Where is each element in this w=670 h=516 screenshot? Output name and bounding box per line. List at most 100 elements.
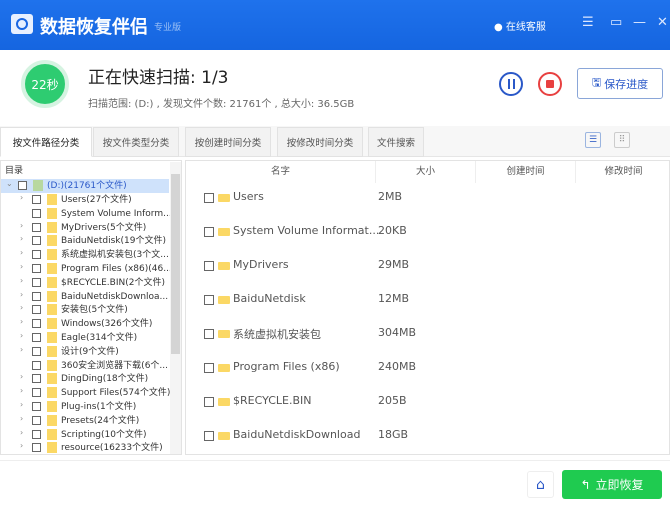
tree-item[interactable]: › $RECYCLE.BIN(2个文件) [1,276,169,290]
tree-item[interactable]: › Eagle(314个文件) [1,331,169,345]
table-row[interactable]: BaiduNetdisk 12MB [186,285,666,315]
table-row[interactable]: 系统虚拟机安装包 304MB [186,319,666,349]
scrollbar-thumb[interactable] [171,174,180,354]
checkbox[interactable] [32,374,41,384]
folder-icon [218,398,230,406]
tree-item[interactable]: › Program Files (x86)(46... [1,262,172,276]
tab-file-search[interactable]: 文件搜索 [368,127,424,157]
table-row[interactable]: BaiduNetdiskDownload 18GB [186,421,666,451]
checkbox[interactable] [18,181,27,190]
column-modified[interactable]: 修改时间 [576,161,669,183]
column-size[interactable]: 大小 [376,161,476,183]
chevron-right-icon[interactable]: › [20,331,23,340]
checkbox[interactable] [32,415,41,425]
checkbox[interactable] [204,329,214,339]
checkbox[interactable] [32,250,41,260]
table-row[interactable]: $RECYCLE.BIN 205B [186,387,666,417]
checkbox[interactable] [32,208,41,218]
tab-modify-time[interactable]: 按修改时间分类 [277,127,363,157]
tab-create-time[interactable]: 按创建时间分类 [185,127,271,157]
chevron-right-icon[interactable]: › [20,317,23,326]
checkbox[interactable] [204,261,214,271]
tree-scrollbar[interactable] [170,162,181,454]
checkbox[interactable] [32,236,41,246]
tab-file-type[interactable]: 按文件类型分类 [93,127,179,157]
chevron-right-icon[interactable]: › [20,441,23,450]
tree-item[interactable]: › Plug-ins(1个文件) [1,400,169,414]
tree-item[interactable]: › BaiduNetdiskDownloa... [1,290,169,304]
chevron-right-icon[interactable]: › [20,400,23,409]
tree-item[interactable]: › Users(27个文件) [1,193,169,207]
title-bar: 数据恢复伴侣 专业版 ● 在线客服 ☰ ▭ — ✕ [0,0,670,50]
chevron-right-icon[interactable]: › [20,290,23,299]
list-view-icon[interactable]: ☰ [585,132,601,148]
tree-item[interactable]: System Volume Inform... [1,207,172,221]
online-support-button[interactable]: ● 在线客服 [494,18,546,33]
home-button[interactable]: ⌂ [527,471,554,498]
checkbox[interactable] [32,360,41,370]
tree-item[interactable]: › resource(16233个文件) [1,441,169,454]
column-name[interactable]: 名字 [186,161,376,183]
table-row[interactable]: Users 2MB [186,183,666,213]
checkbox[interactable] [32,264,41,273]
checkbox[interactable] [32,305,41,315]
tree-item[interactable]: 360安全浏览器下载(6个... [1,359,169,373]
tab-file-path[interactable]: 按文件路径分类 [0,127,92,157]
checkbox[interactable] [32,333,41,342]
save-progress-button[interactable]: 🖫 保存进度 [577,68,663,99]
checkbox[interactable] [32,291,41,301]
chevron-right-icon[interactable]: › [20,262,23,271]
chevron-right-icon[interactable]: › [20,303,23,312]
close-icon[interactable]: ✕ [657,15,668,30]
chevron-right-icon[interactable]: › [20,372,23,381]
tree-item[interactable]: › 安装包(5个文件) [1,303,169,317]
checkbox[interactable] [32,443,41,453]
stop-button[interactable] [538,72,562,96]
grid-view-icon[interactable]: ⠿ [614,132,630,148]
checkbox[interactable] [32,195,41,204]
tree-item[interactable]: › 设计(9个文件) [1,345,169,359]
tree-item[interactable]: › BaiduNetdisk(19个文件) [1,234,169,248]
chevron-right-icon[interactable]: › [20,276,23,285]
tree-item[interactable]: › Presets(24个文件) [1,414,169,428]
checkbox[interactable] [204,193,214,203]
tree-item[interactable]: › DingDing(18个文件) [1,372,169,386]
tree-item[interactable]: › Windows(326个文件) [1,317,169,331]
chevron-right-icon[interactable]: › [20,428,23,437]
chevron-down-icon[interactable]: ⌄ [6,179,13,188]
column-created[interactable]: 创建时间 [476,161,576,183]
chevron-right-icon[interactable]: › [20,345,23,354]
checkbox[interactable] [32,402,41,411]
maximize-icon[interactable]: ▭ [610,15,622,30]
checkbox[interactable] [32,222,41,232]
chevron-right-icon[interactable]: › [20,193,23,202]
pause-button[interactable] [499,72,523,96]
chevron-right-icon[interactable]: › [20,248,23,257]
checkbox[interactable] [32,346,41,356]
checkbox[interactable] [204,227,214,237]
checkbox[interactable] [204,363,214,373]
checkbox[interactable] [32,319,41,329]
checkbox[interactable] [32,388,41,398]
recover-now-button[interactable]: ↰ 立即恢复 [562,470,662,499]
checkbox[interactable] [204,295,214,305]
checkbox[interactable] [32,277,41,287]
tree-item[interactable]: › Scripting(10个文件) [1,428,169,442]
checkbox[interactable] [32,429,41,439]
menu-icon[interactable]: ☰ [582,15,594,30]
table-row[interactable]: System Volume Informat... 20KB [186,217,666,247]
tree-root[interactable]: ⌄ (D:)(21761个文件) [1,179,169,193]
tree-item[interactable]: › MyDrivers(5个文件) [1,221,169,235]
tree-item[interactable]: › Support Files(574个文件) [1,386,170,400]
chevron-right-icon[interactable]: › [20,234,23,243]
checkbox[interactable] [204,397,214,407]
file-name: MyDrivers [233,258,289,271]
chevron-right-icon[interactable]: › [20,414,23,423]
checkbox[interactable] [204,431,214,441]
table-row[interactable]: MyDrivers 29MB [186,251,666,281]
tree-item[interactable]: › 系统虚拟机安装包(3个文... [1,248,169,262]
chevron-right-icon[interactable]: › [20,386,23,395]
minimize-icon[interactable]: — [633,15,646,30]
chevron-right-icon[interactable]: › [20,221,23,230]
table-row[interactable]: Program Files (x86) 240MB [186,353,666,383]
